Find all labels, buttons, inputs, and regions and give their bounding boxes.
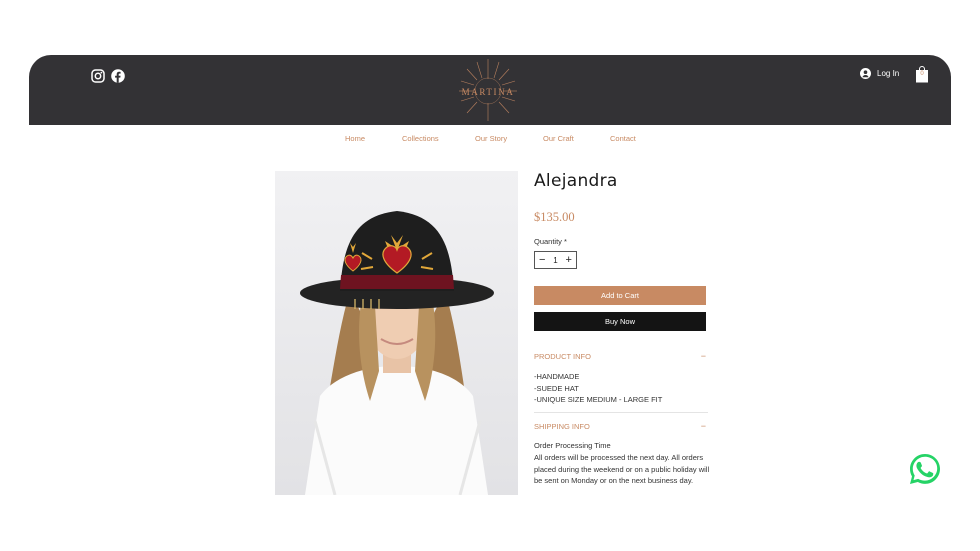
login-button[interactable]: Log In: [860, 68, 899, 79]
shipping-info-content: Order Processing Time All orders will be…: [534, 440, 710, 487]
instagram-icon[interactable]: [90, 68, 106, 84]
user-icon: [860, 68, 871, 79]
site-header: MARTINA Log In 0: [29, 55, 951, 125]
info-line: -SUEDE HAT: [534, 383, 579, 393]
product-price: $135.00: [534, 210, 575, 224]
cart-button[interactable]: 0: [915, 66, 929, 83]
nav-collections[interactable]: Collections: [402, 134, 439, 143]
main-nav: Home Collections Our Story Our Craft Con…: [0, 134, 980, 146]
shipping-info-toggle[interactable]: SHIPPING INFO −: [534, 421, 706, 431]
shipping-info-title: SHIPPING INFO: [534, 421, 590, 431]
facebook-icon[interactable]: [110, 68, 126, 84]
add-to-cart-button[interactable]: Add to Cart: [534, 286, 706, 305]
shipping-line: All orders will be processed the next da…: [534, 452, 710, 486]
info-line: -UNIQUE SIZE MEDIUM - LARGE FIT: [534, 395, 663, 404]
shipping-line: Order Processing Time: [534, 441, 611, 450]
collapse-icon[interactable]: −: [701, 421, 706, 431]
product-info-content: -HANDMADE -SUEDE HAT -UNIQUE SIZE MEDIUM…: [534, 371, 662, 406]
collapse-icon[interactable]: −: [701, 351, 706, 361]
product-info-title: PRODUCT INFO: [534, 351, 591, 361]
nav-home[interactable]: Home: [345, 134, 365, 143]
login-label: Log In: [877, 69, 900, 78]
product-info-toggle[interactable]: PRODUCT INFO −: [534, 351, 706, 361]
whatsapp-chat-button[interactable]: [907, 451, 943, 487]
quantity-value[interactable]: 1: [553, 256, 557, 265]
section-divider: [534, 412, 708, 413]
minus-icon[interactable]: −: [539, 254, 545, 266]
cart-count: 0: [920, 71, 924, 77]
buy-now-button[interactable]: Buy Now: [534, 312, 706, 331]
brand-name: MARTINA: [461, 87, 515, 97]
nav-our-craft[interactable]: Our Craft: [543, 134, 574, 143]
nav-our-story[interactable]: Our Story: [475, 134, 507, 143]
quantity-stepper[interactable]: − 1 +: [534, 251, 577, 269]
product-image[interactable]: [275, 171, 518, 495]
product-title: Alejandra: [534, 171, 618, 191]
info-line: -HANDMADE: [534, 372, 580, 381]
whatsapp-icon: [910, 454, 940, 484]
quantity-label: Quantity *: [534, 237, 567, 246]
plus-icon[interactable]: +: [566, 254, 572, 266]
brand-logo[interactable]: MARTINA: [455, 57, 521, 123]
nav-contact[interactable]: Contact: [610, 134, 636, 143]
